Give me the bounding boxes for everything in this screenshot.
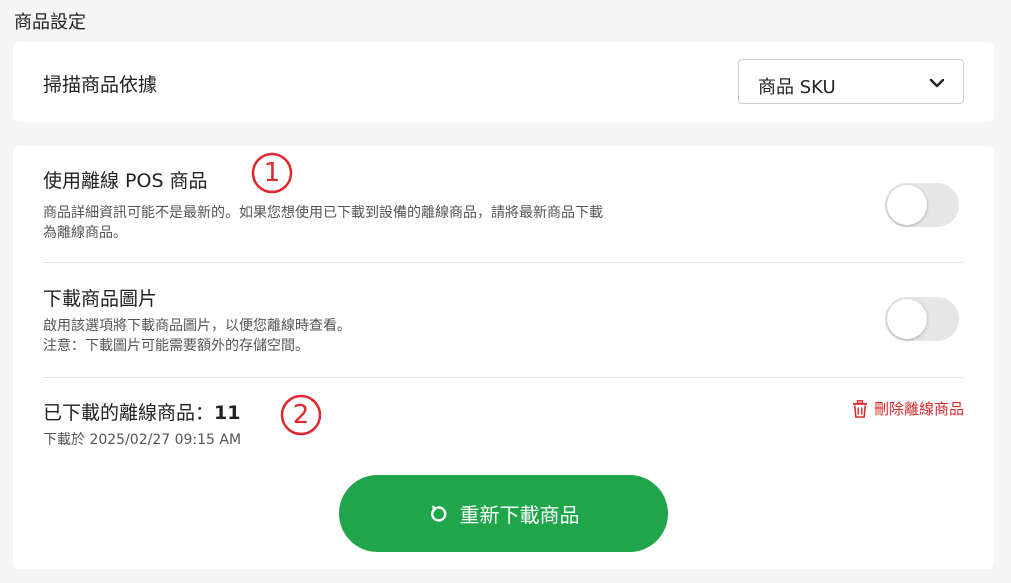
offline-pos-title: 使用離線 POS 商品 — [43, 170, 208, 192]
annotation-number: 2 — [292, 400, 310, 430]
delete-offline-products-label: 刪除離線商品 — [873, 400, 964, 418]
toggle-knob — [887, 299, 927, 339]
annotation-marker-2: 2 — [280, 394, 322, 436]
divider — [43, 262, 964, 263]
scan-basis-select[interactable]: 商品 SKU — [738, 59, 964, 104]
offline-pos-description: 商品詳細資訊可能不是最新的。如果您想使用已下載到設備的離線商品，請將最新商品下載… — [43, 203, 743, 243]
download-images-toggle[interactable] — [885, 297, 959, 341]
divider — [43, 377, 964, 378]
download-images-desc-line2: 注意：下載圖片可能需要額外的存儲空間。 — [43, 338, 309, 354]
download-images-description: 啟用該選項將下載商品圖片，以便您離線時查看。 注意：下載圖片可能需要額外的存儲空… — [43, 316, 743, 356]
download-images-desc-line1: 啟用該選項將下載商品圖片，以便您離線時查看。 — [43, 318, 351, 334]
redownload-products-label: 重新下載商品 — [459, 503, 580, 527]
redownload-products-button[interactable]: 重新下載商品 — [339, 475, 668, 552]
downloaded-count-value: 11 — [214, 402, 241, 424]
toggle-knob — [887, 185, 927, 225]
offline-pos-toggle[interactable] — [885, 183, 959, 227]
downloaded-count: 已下載的離線商品：11 — [43, 398, 240, 425]
download-images-title: 下載商品圖片 — [43, 288, 158, 310]
offline-settings-card: 使用離線 POS 商品 商品詳細資訊可能不是最新的。如果您想使用已下載到設備的離… — [13, 146, 994, 569]
delete-offline-products-link[interactable]: 刪除離線商品 — [852, 398, 964, 419]
offline-pos-desc-line1: 商品詳細資訊可能不是最新的。如果您想使用已下載到設備的離線商品，請將最新商品下載 — [43, 205, 603, 221]
downloaded-label: 已下載的離線商品： — [43, 402, 215, 424]
refresh-icon — [430, 505, 446, 522]
annotation-marker-1: 1 — [251, 152, 293, 194]
downloaded-timestamp: 下載於 2025/02/27 09:15 AM — [43, 432, 242, 448]
offline-pos-desc-line2: 為離線商品。 — [43, 225, 127, 241]
annotation-number: 1 — [263, 158, 281, 188]
section-title: 商品設定 — [14, 12, 86, 33]
scan-settings-card: 掃描商品依據 商品 SKU — [13, 42, 994, 122]
trash-icon — [852, 399, 867, 418]
scan-basis-label: 掃描商品依據 — [43, 74, 158, 96]
scan-basis-value: 商品 SKU — [758, 77, 836, 98]
chevron-down-icon — [929, 78, 945, 88]
